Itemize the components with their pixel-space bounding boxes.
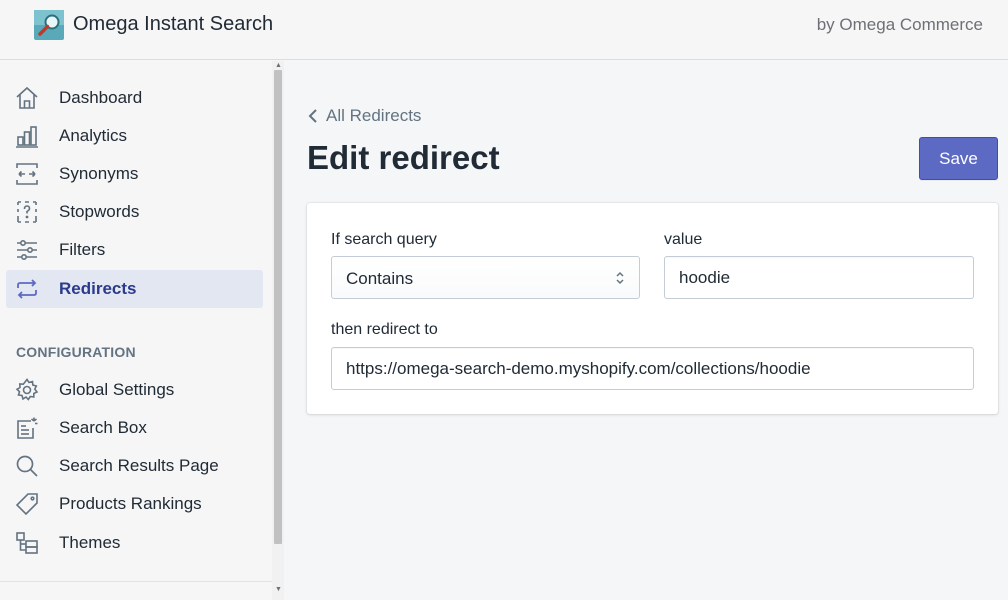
value-input[interactable] <box>664 256 974 299</box>
bar-chart-icon <box>16 126 38 148</box>
scrollbar-thumb[interactable] <box>274 70 282 544</box>
condition-select[interactable]: Contains <box>331 256 640 299</box>
redirect-url-input[interactable] <box>331 347 974 390</box>
sidebar-item-analytics[interactable]: Analytics <box>6 117 263 155</box>
sidebar-item-dashboard[interactable]: Dashboard <box>6 79 263 117</box>
sidebar-item-label: Redirects <box>59 279 137 298</box>
sidebar-item-label: Global Settings <box>59 380 175 399</box>
sidebar-item-filters[interactable]: Filters <box>6 231 263 269</box>
app-logo-icon <box>34 10 64 40</box>
sidebar: Dashboard Analytics Synonyms Stopwords F… <box>0 61 284 600</box>
vendor-byline: by Omega Commerce <box>816 15 983 34</box>
sidebar-item-search-results-page[interactable]: Search Results Page <box>6 447 263 485</box>
redirect-form-card: If search query Contains value then redi… <box>307 203 998 414</box>
sidebar-item-search-box[interactable]: Search Box <box>6 409 263 447</box>
gear-icon <box>15 378 39 401</box>
select-arrows-icon <box>616 271 624 285</box>
sidebar-scrollbar[interactable]: ▲ ▼ <box>272 61 284 600</box>
sidebar-item-global-settings[interactable]: Global Settings <box>6 371 263 409</box>
home-icon <box>16 86 38 109</box>
chevron-left-icon <box>308 109 317 123</box>
scroll-up-arrow-icon[interactable]: ▲ <box>275 62 282 69</box>
sidebar-item-label: Stopwords <box>59 202 140 221</box>
condition-selected-value: Contains <box>346 269 414 288</box>
sidebar-item-label: Synonyms <box>59 164 139 183</box>
search-icon <box>16 455 38 477</box>
sidebar-item-label: Search Box <box>59 418 147 437</box>
sidebar-divider <box>0 581 272 582</box>
save-button[interactable]: Save <box>919 137 998 180</box>
configuration-heading: CONFIGURATION <box>16 344 136 360</box>
sidebar-item-stopwords[interactable]: Stopwords <box>6 193 263 231</box>
question-dashed-icon <box>17 201 37 223</box>
condition-label: If search query <box>331 231 437 248</box>
sidebar-item-label: Analytics <box>59 126 128 145</box>
search-box-icon <box>17 417 38 439</box>
tag-icon <box>15 493 38 516</box>
sidebar-item-label: Filters <box>59 240 106 259</box>
main-content: All Redirects Edit redirect Save If sear… <box>285 61 1008 600</box>
sidebar-item-themes[interactable]: Themes <box>6 524 263 562</box>
page-title: Edit redirect <box>307 139 500 176</box>
breadcrumb-label: All Redirects <box>326 106 422 125</box>
themes-icon <box>16 532 38 554</box>
app-title: Omega Instant Search <box>73 13 274 35</box>
arrows-horizontal-icon <box>16 163 38 185</box>
scroll-down-arrow-icon[interactable]: ▼ <box>275 586 282 593</box>
sidebar-item-label: Products Rankings <box>59 494 202 513</box>
sidebar-item-synonyms[interactable]: Synonyms <box>6 155 263 193</box>
redirect-arrows-icon <box>17 279 37 299</box>
top-bar: Omega Instant Search by Omega Commerce <box>0 0 1008 60</box>
redirect-label: then redirect to <box>331 321 438 338</box>
sidebar-item-label: Dashboard <box>59 88 143 107</box>
sidebar-item-label: Themes <box>59 533 121 552</box>
sliders-icon <box>17 239 37 260</box>
value-label: value <box>664 231 703 248</box>
sidebar-item-label: Search Results Page <box>59 456 219 475</box>
sidebar-item-products-rankings[interactable]: Products Rankings <box>6 485 263 523</box>
sidebar-item-redirects[interactable]: Redirects <box>6 270 263 308</box>
